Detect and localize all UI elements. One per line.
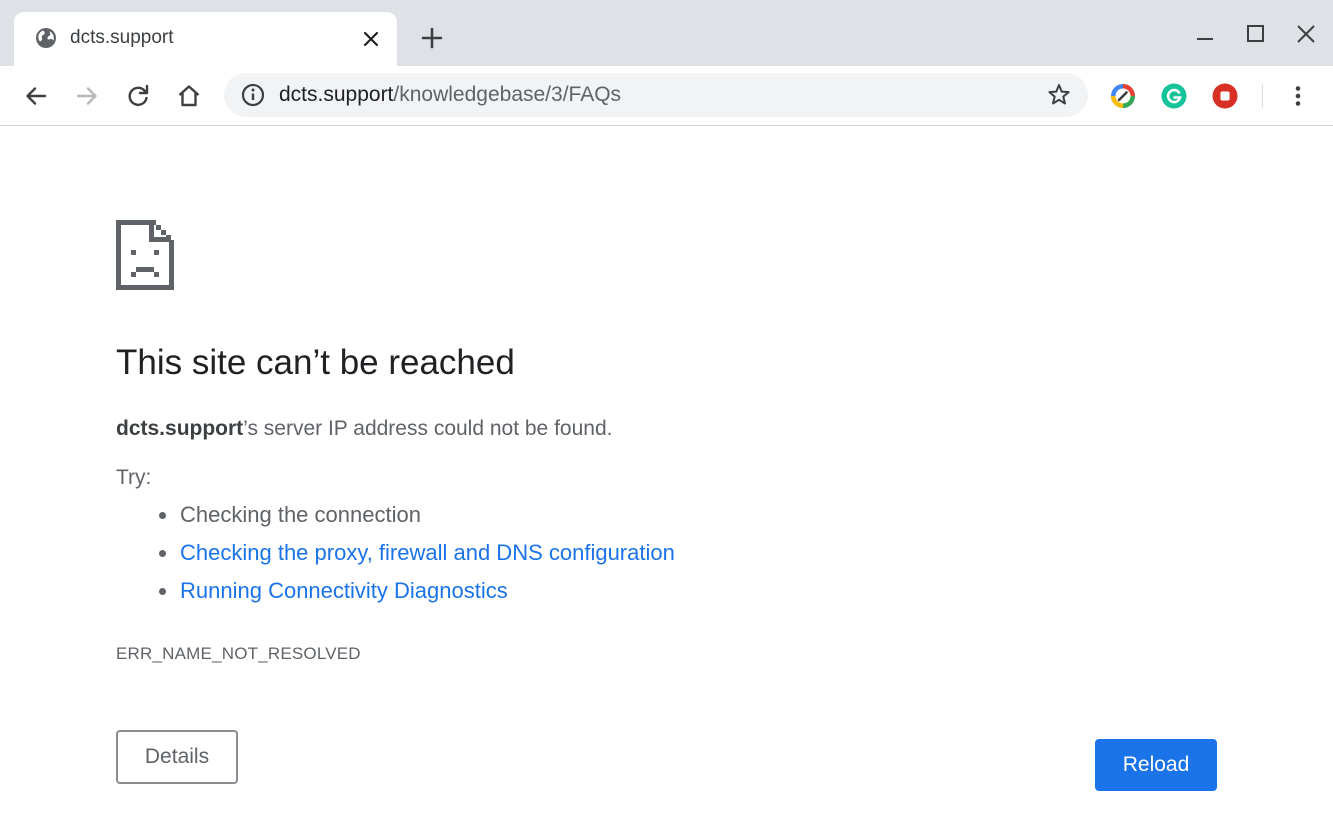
suggestion-check-connection: Checking the connection	[158, 501, 675, 539]
suggestion-link-text[interactable]: Checking the proxy, firewall and DNS con…	[180, 540, 675, 565]
address-bar[interactable]: dcts.support/knowledgebase/3/FAQs	[224, 73, 1088, 117]
details-button[interactable]: Details	[116, 730, 238, 784]
suggestion-connectivity-diagnostics-link[interactable]: Running Connectivity Diagnostics	[158, 577, 675, 615]
tab-strip: dcts.support	[0, 0, 1333, 66]
error-host: dcts.support	[116, 417, 244, 440]
bookmark-star-icon[interactable]	[1046, 82, 1072, 108]
browser-toolbar: dcts.support/knowledgebase/3/FAQs	[0, 66, 1333, 126]
url-host: dcts.support	[279, 83, 394, 106]
suggestion-link-text[interactable]: Running Connectivity Diagnostics	[180, 578, 508, 603]
suggestion-list: Checking the connection Checking the pro…	[158, 501, 675, 615]
toolbar-separator	[1262, 84, 1263, 108]
reload-icon[interactable]	[124, 82, 152, 110]
forward-arrow-icon[interactable]	[73, 82, 101, 110]
info-icon[interactable]	[240, 82, 266, 108]
close-window-icon[interactable]	[1292, 20, 1320, 48]
url-path: /knowledgebase/3/FAQs	[393, 83, 622, 106]
suggestion-proxy-firewall-dns-link[interactable]: Checking the proxy, firewall and DNS con…	[158, 539, 675, 577]
grammarly-extension-icon[interactable]	[1160, 82, 1188, 110]
new-tab-plus-icon[interactable]	[418, 24, 446, 52]
home-icon[interactable]	[175, 82, 203, 110]
globe-icon	[36, 28, 56, 48]
tab-title: dcts.support	[70, 27, 174, 48]
minimize-window-icon[interactable]	[1191, 20, 1219, 48]
error-title: This site can’t be reached	[116, 343, 515, 382]
error-description: dcts.support’s server IP address could n…	[116, 416, 612, 442]
reload-button[interactable]: Reload	[1095, 739, 1217, 791]
error-page: This site can’t be reached dcts.support’…	[0, 127, 1333, 826]
error-code: ERR_NAME_NOT_RESOLVED	[116, 644, 361, 663]
close-tab-icon[interactable]	[360, 28, 382, 50]
url-text[interactable]: dcts.support/knowledgebase/3/FAQs	[279, 83, 621, 107]
back-arrow-icon[interactable]	[22, 82, 50, 110]
suggestion-text: Checking the connection	[180, 502, 421, 527]
browser-tab[interactable]: dcts.support	[14, 12, 397, 66]
sad-document-icon	[116, 220, 174, 290]
color-picker-extension-icon[interactable]	[1109, 82, 1137, 110]
stop-extension-icon[interactable]	[1211, 82, 1239, 110]
error-message: ’s server IP address could not be found.	[243, 417, 613, 440]
maximize-window-icon[interactable]	[1242, 20, 1270, 48]
more-vertical-icon[interactable]	[1284, 82, 1312, 110]
try-label: Try:	[116, 466, 152, 489]
